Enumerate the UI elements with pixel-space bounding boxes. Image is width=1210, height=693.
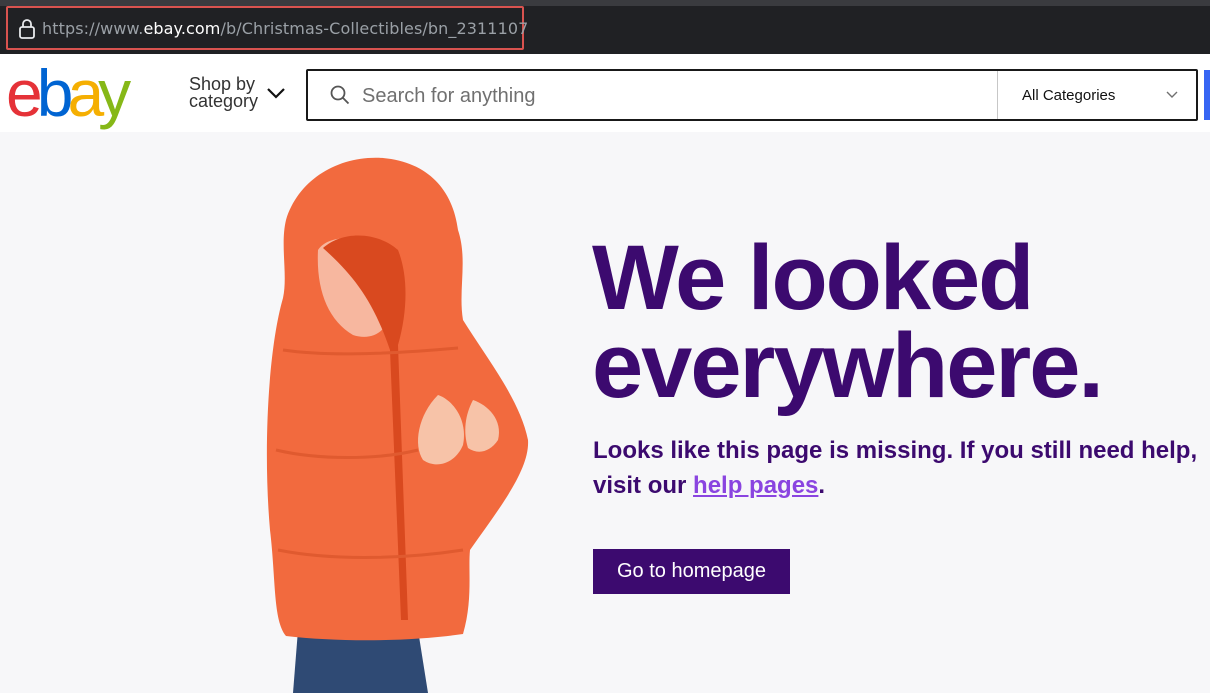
browser-toolbar: https://www.ebay.com/b/Christmas-Collect… [0, 0, 1210, 54]
lock-icon[interactable] [18, 18, 36, 40]
message-text: Looks like this page is missing. If you … [593, 437, 1198, 499]
search-icon [330, 85, 350, 105]
url-prefix: https://www. [42, 19, 144, 38]
shop-by-category-button[interactable]: Shop by category [189, 75, 259, 111]
page-headline: We looked everywhere. [592, 232, 1104, 412]
headline-line2: everywhere. [592, 315, 1104, 417]
logo-letter: b [36, 56, 74, 130]
search-button[interactable] [1204, 70, 1210, 120]
help-pages-link[interactable]: help pages [693, 472, 818, 499]
search-input[interactable] [360, 81, 984, 111]
search-bar: All Categories [306, 69, 1198, 121]
category-select[interactable]: All Categories [1022, 87, 1115, 104]
go-to-homepage-button[interactable]: Go to homepage [593, 549, 790, 594]
child-in-orange-jacket-image [266, 157, 529, 693]
shop-by-label-line2: category [189, 91, 259, 111]
site-header: ebay Shop by category All Categories [0, 54, 1210, 132]
url-path: /b/Christmas-Collectibles/bn_2311107 [220, 19, 529, 38]
headline-line1: We looked [592, 227, 1034, 329]
ebay-logo[interactable]: ebay [6, 56, 131, 130]
address-bar[interactable]: https://www.ebay.com/b/Christmas-Collect… [6, 6, 528, 50]
chevron-down-icon[interactable] [1166, 91, 1178, 99]
logo-letter: e [6, 56, 43, 130]
logo-letter: a [67, 56, 104, 130]
chevron-down-icon[interactable] [266, 87, 286, 99]
url-host: ebay.com [143, 19, 221, 38]
url-text[interactable]: https://www.ebay.com/b/Christmas-Collect… [42, 19, 528, 38]
missing-page-message: Looks like this page is missing. If you … [593, 433, 1210, 503]
logo-letter: y [98, 56, 131, 130]
category-divider [997, 71, 998, 119]
message-period: . [818, 472, 826, 499]
